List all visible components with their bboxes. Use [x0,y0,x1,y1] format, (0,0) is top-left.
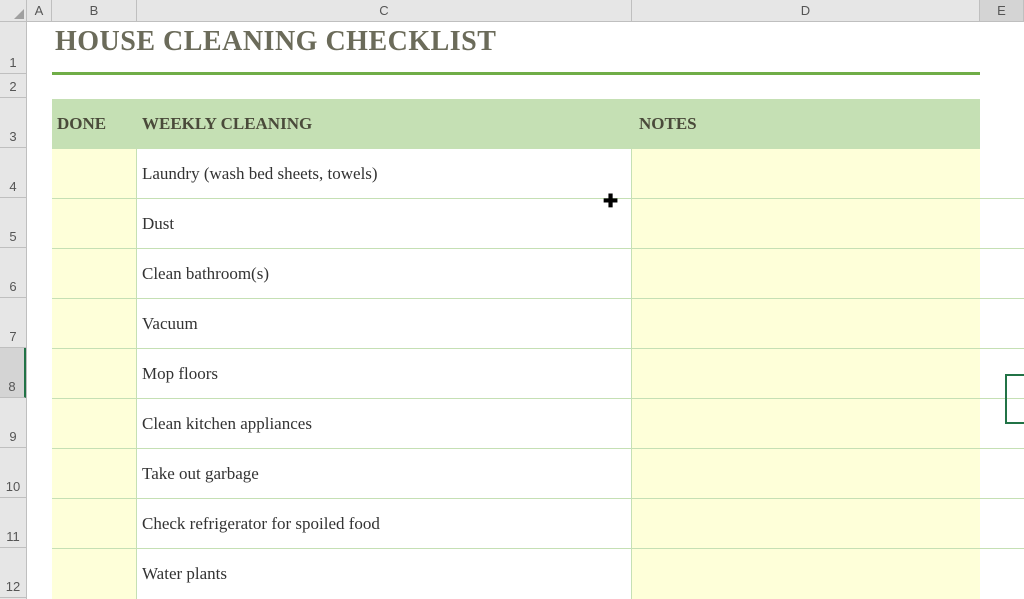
table-row: Take out garbage [52,449,1024,499]
column-header-e[interactable]: E [980,0,1024,21]
notes-cell[interactable] [632,349,980,398]
done-cell[interactable] [52,149,137,198]
task-cell[interactable]: Vacuum [137,299,632,348]
task-cell[interactable]: Check refrigerator for spoiled food [137,499,632,548]
notes-cell[interactable] [632,299,980,348]
table-row: Check refrigerator for spoiled food [52,499,1024,549]
table-row: Clean bathroom(s) [52,249,1024,299]
checklist-title: HOUSE CLEANING CHECKLIST [55,26,496,57]
table-row: Dust [52,199,1024,249]
table-row: Laundry (wash bed sheets, towels) [52,149,1024,199]
task-cell[interactable]: Clean bathroom(s) [137,249,632,298]
column-header-b[interactable]: B [52,0,137,21]
done-cell[interactable] [52,449,137,498]
done-cell[interactable] [52,349,137,398]
done-cell[interactable] [52,249,137,298]
row-header-6[interactable]: 6 [0,248,26,298]
select-all-corner[interactable] [0,0,27,22]
task-cell[interactable]: Mop floors [137,349,632,398]
spreadsheet-grid: A B C D E 1 2 3 4 5 6 7 8 9 10 11 12 HOU… [0,0,1024,596]
row-header-2[interactable]: 2 [0,74,26,98]
header-notes[interactable]: NOTES [632,99,980,149]
notes-cell[interactable] [632,549,980,599]
spacer-row [27,75,1024,99]
done-cell[interactable] [52,549,137,599]
grid-cells-area: HOUSE CLEANING CHECKLIST DONE WEEKLY CLE… [27,22,1024,599]
row-header-1[interactable]: 1 [0,22,26,74]
table-row: Water plants [52,549,1024,599]
done-cell[interactable] [52,199,137,248]
column-header-d[interactable]: D [632,0,980,21]
notes-cell[interactable] [632,249,980,298]
notes-cell[interactable] [632,199,980,248]
table-row: Mop floors [52,349,1024,399]
header-done[interactable]: DONE [52,99,137,149]
header-weekly-cleaning[interactable]: WEEKLY CLEANING [137,99,632,149]
row-header-10[interactable]: 10 [0,448,26,498]
row-header-3[interactable]: 3 [0,98,26,148]
done-cell[interactable] [52,299,137,348]
row-headers-column: 1 2 3 4 5 6 7 8 9 10 11 12 [0,22,27,599]
row-header-5[interactable]: 5 [0,198,26,248]
done-cell[interactable] [52,399,137,448]
spreadsheet-body: 1 2 3 4 5 6 7 8 9 10 11 12 HOUSE CLEANIN… [0,22,1024,599]
row-header-8[interactable]: 8 [0,348,26,398]
column-headers-row: A B C D E [0,0,1024,22]
notes-cell[interactable] [632,399,980,448]
table-header-row: DONE WEEKLY CLEANING NOTES [52,99,1024,149]
task-cell[interactable]: Clean kitchen appliances [137,399,632,448]
task-cell[interactable]: Dust [137,199,632,248]
row-header-4[interactable]: 4 [0,148,26,198]
title-cell[interactable]: HOUSE CLEANING CHECKLIST [52,22,980,74]
table-row: Clean kitchen appliances [52,399,1024,449]
task-cell[interactable]: Take out garbage [137,449,632,498]
notes-cell[interactable] [632,149,980,198]
row-header-11[interactable]: 11 [0,498,26,548]
table-row: Vacuum [52,299,1024,349]
row-header-7[interactable]: 7 [0,298,26,348]
task-cell[interactable]: Water plants [137,549,632,599]
column-header-c[interactable]: C [137,0,632,21]
title-row: HOUSE CLEANING CHECKLIST [27,22,1024,74]
done-cell[interactable] [52,499,137,548]
task-cell[interactable]: Laundry (wash bed sheets, towels) [137,149,632,198]
column-header-a[interactable]: A [27,0,52,21]
row-header-12[interactable]: 12 [0,548,26,598]
row-header-9[interactable]: 9 [0,398,26,448]
notes-cell[interactable] [632,499,980,548]
notes-cell[interactable] [632,449,980,498]
